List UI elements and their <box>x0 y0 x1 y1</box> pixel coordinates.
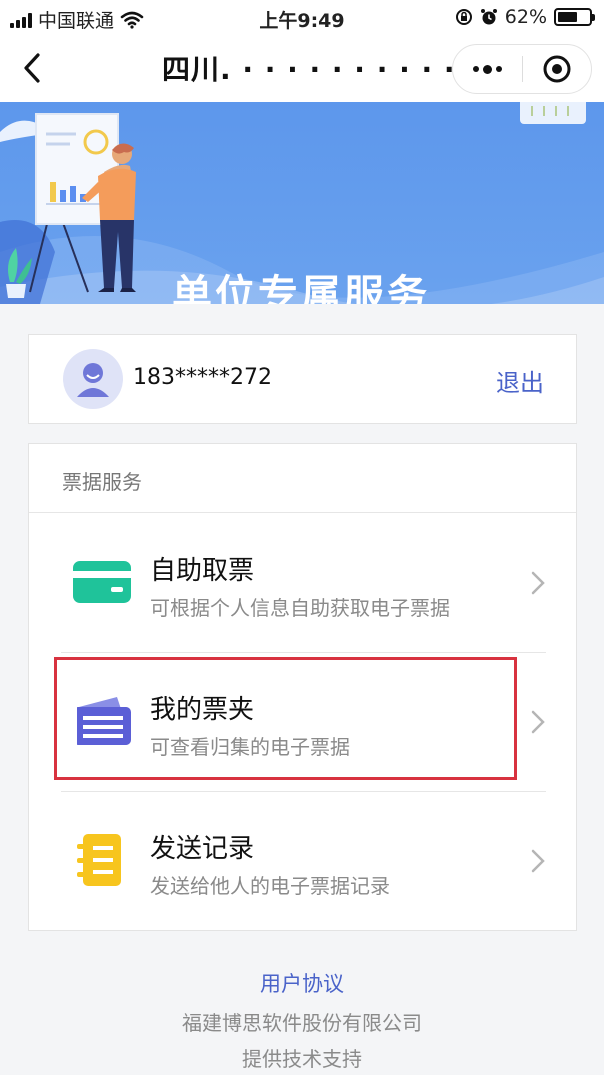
nav-bar: 四川. · · · · · · · · · · · ·... <box>0 36 604 102</box>
service-title: 自助取票 <box>150 556 255 586</box>
battery-percent: 62% <box>504 6 547 28</box>
battery-icon <box>554 8 595 26</box>
service-title: 发送记录 <box>150 834 255 864</box>
status-bar: 中国联通 上午9:49 62% <box>0 0 604 36</box>
company-name: 福建博思软件股份有限公司 <box>182 1011 422 1035</box>
logout-button[interactable]: 退出 <box>496 363 544 398</box>
banner: 单位专属服务 <box>0 102 604 304</box>
chevron-right-icon <box>531 571 545 595</box>
back-button[interactable] <box>12 48 52 88</box>
status-right: 62% <box>455 6 595 28</box>
page: 中国联通 上午9:49 62% 四川. · · · · · · · · · · … <box>0 0 604 1075</box>
service-item-ticket-folder[interactable]: 我的票夹 可查看归集的电子票据 <box>29 653 576 791</box>
user-avatar-icon <box>77 363 109 397</box>
section-title: 票据服务 <box>62 470 142 494</box>
tech-support-text: 提供技术支持 <box>242 1047 362 1071</box>
avatar <box>63 349 123 409</box>
close-mini-program-button[interactable] <box>523 45 592 93</box>
orientation-lock-icon <box>455 9 472 25</box>
target-close-icon <box>543 55 571 83</box>
record-list-icon <box>77 834 121 886</box>
user-agreement-link[interactable]: 用户协议 <box>0 968 604 998</box>
service-item-send-records[interactable]: 发送记录 发送给他人的电子票据记录 <box>29 792 576 930</box>
service-title: 我的票夹 <box>150 695 255 725</box>
more-button[interactable] <box>453 45 522 93</box>
user-card: 183*****272 退出 <box>28 334 577 424</box>
ticket-folder-icon <box>73 697 131 745</box>
service-description: 发送给他人的电子票据记录 <box>150 874 390 898</box>
service-description: 可根据个人信息自助获取电子票据 <box>150 596 450 620</box>
ticket-services-card: 票据服务 自助取票 可根据个人信息自助获取电子票据 我的票夹 可查看归集的电子票… <box>28 443 577 931</box>
service-description: 可查看归集的电子票据 <box>150 735 350 759</box>
banner-title: 单位专属服务 <box>172 272 430 304</box>
alarm-icon <box>480 9 497 25</box>
service-item-self-pickup[interactable]: 自助取票 可根据个人信息自助获取电子票据 <box>29 514 576 652</box>
battery-level <box>558 12 577 22</box>
chevron-right-icon <box>531 710 545 734</box>
more-dots-icon <box>472 64 502 74</box>
section-header: 票据服务 <box>29 444 576 513</box>
mini-program-capsule <box>452 44 592 94</box>
chevron-left-icon <box>24 53 40 83</box>
user-phone: 183*****272 <box>133 365 272 390</box>
card-icon <box>73 561 131 603</box>
chevron-right-icon <box>531 849 545 873</box>
